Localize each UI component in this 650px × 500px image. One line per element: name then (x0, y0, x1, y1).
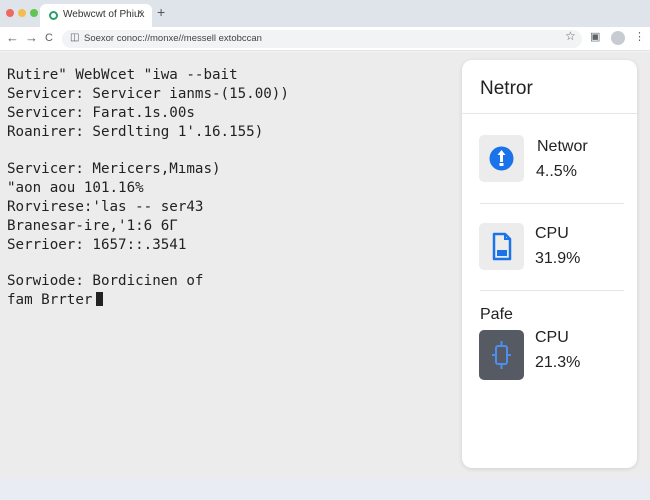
document-icon (479, 223, 524, 270)
terminal-line: "aon aou 101.16% (7, 180, 144, 196)
site-info-icon[interactable]: ◫ (70, 32, 79, 43)
terminal-line: Serrioer: 1657::.3541 (7, 237, 187, 253)
tab-strip: Webwcwt of Phiux × + (0, 0, 650, 27)
terminal-line: Sorwiode: Bordicinen of (7, 273, 204, 289)
minimize-window-button[interactable] (18, 9, 26, 17)
terminal-line: Branesar-ire,'1:6 6Γ (7, 218, 178, 234)
menu-kebab-icon[interactable]: ⋮ (634, 30, 645, 43)
tab-title: Webwcwt of Phiux (63, 9, 145, 20)
terminal-line: Roanirer: Serdlting 1'.16.155) (7, 124, 264, 140)
panel-title: Netror (480, 78, 533, 99)
browser-window: Webwcwt of Phiux × + ← → C ◫ Soexor cono… (0, 0, 650, 478)
terminal-prompt-text: fam Brrter (7, 292, 93, 308)
cpu-card-label: CPU (535, 329, 569, 346)
url-text[interactable]: Soexor conoc://monxe//messell extobccan (84, 33, 262, 44)
terminal-line: Servicer: Servicer ianms-(15.00)) (7, 86, 289, 102)
close-window-button[interactable] (6, 9, 14, 17)
device-icon (479, 330, 524, 380)
panel-divider (462, 113, 637, 114)
favicon-icon (49, 11, 58, 20)
reader-mode-icon[interactable]: ▣ (590, 30, 600, 43)
network-card-value: 4..5% (536, 163, 577, 180)
network-icon (479, 135, 524, 182)
cpu-card-value: 31.9% (535, 250, 581, 267)
terminal-line: Servicer: Mericers,Mımas) (7, 161, 221, 177)
terminal-line: Rorvirese:'las -- ser43 (7, 199, 204, 215)
text-cursor (96, 292, 104, 306)
network-card-label: Networ (537, 138, 588, 155)
card-divider (480, 203, 624, 204)
card-divider (480, 290, 624, 291)
forward-button[interactable]: → (25, 30, 38, 45)
browser-toolbar: ← → C ◫ Soexor conoc://monxe//messell ex… (0, 27, 650, 51)
terminal-output[interactable]: Rutire" WebWcet "iwa --bait Servicer: Se… (0, 52, 455, 472)
cpu-card-label: CPU (535, 225, 569, 242)
section-label: Pafe (480, 306, 513, 323)
tab-close-button[interactable]: × (137, 7, 143, 19)
profile-avatar[interactable] (611, 31, 625, 45)
terminal-prompt-line: fam Brrter (7, 292, 104, 309)
browser-tab[interactable]: Webwcwt of Phiux × (40, 4, 152, 27)
reload-button[interactable]: C (45, 32, 53, 44)
address-bar[interactable]: ◫ Soexor conoc://monxe//messell extobcca… (62, 30, 582, 48)
cpu-card-value: 21.3% (535, 354, 581, 371)
new-tab-button[interactable]: + (157, 4, 165, 20)
terminal-line: Servicer: Farat.1s.00s (7, 105, 195, 121)
bookmark-star-icon[interactable]: ☆ (565, 29, 576, 43)
back-button[interactable]: ← (6, 30, 19, 45)
maximize-window-button[interactable] (30, 9, 38, 17)
status-panel: Netror Networ 4..5% CPU 31.9% Pafe CPU 2… (462, 60, 637, 468)
terminal-line: Rutire" WebWcet "iwa --bait (7, 67, 238, 83)
